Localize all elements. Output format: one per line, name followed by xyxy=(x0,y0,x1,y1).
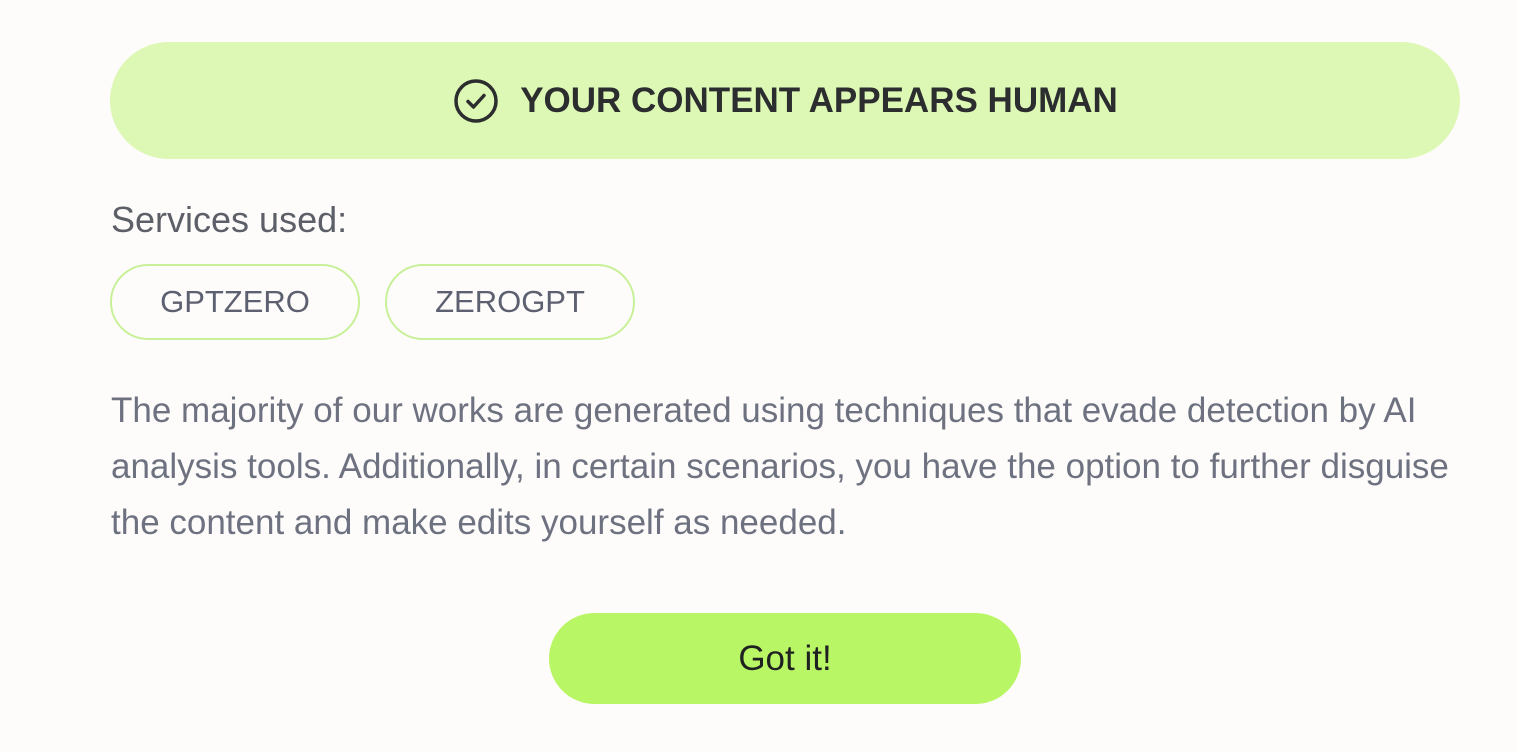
status-text: YOUR CONTENT APPEARS HUMAN xyxy=(520,80,1118,120)
got-it-button[interactable]: Got it! xyxy=(549,613,1021,704)
services-list: GPTZERO ZEROGPT xyxy=(110,264,635,340)
service-chip-zerogpt[interactable]: ZEROGPT xyxy=(385,264,635,340)
status-banner: YOUR CONTENT APPEARS HUMAN xyxy=(110,42,1460,159)
service-chip-gptzero[interactable]: GPTZERO xyxy=(110,264,360,340)
description-text: The majority of our works are generated … xyxy=(111,391,1449,542)
check-circle-icon xyxy=(452,77,500,125)
services-label: Services used: xyxy=(111,199,348,240)
